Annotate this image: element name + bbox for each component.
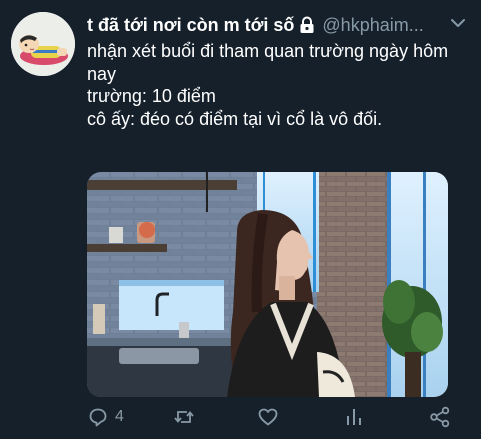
display-name[interactable]: t đã tới nơi còn m tới số (87, 15, 294, 36)
handle[interactable]: @hkphaim... (322, 15, 423, 36)
share-button[interactable] (429, 404, 451, 430)
chevron-down-icon[interactable] (449, 14, 467, 32)
share-icon (430, 406, 450, 428)
tweet-header: t đã tới nơi còn m tới số @hkphaim... (87, 10, 471, 40)
retweet-button[interactable] (173, 404, 195, 430)
avatar-image (11, 12, 75, 76)
reply-icon (89, 408, 107, 427)
heart-icon (258, 408, 278, 426)
reply-count: 4 (115, 408, 124, 425)
tweet-actions: 4 (87, 404, 467, 430)
photo-image (87, 172, 448, 397)
analytics-button[interactable] (343, 404, 365, 430)
tweet-text-line: nhận xét buổi đi tham quan trường ngày h… (87, 41, 449, 84)
like-button[interactable] (257, 404, 279, 430)
avatar[interactable] (11, 12, 75, 76)
retweet-icon (174, 411, 194, 423)
tweet-text-line: cô ấy: đéo có điểm tại vì cổ là vô đối. (87, 108, 383, 129)
reply-button[interactable]: 4 (87, 404, 124, 430)
tweet-text: nhận xét buổi đi tham quan trường ngày h… (87, 40, 471, 130)
lock-icon (298, 16, 316, 34)
tweet-text-line: trường: 10 điểm (87, 86, 216, 106)
tweet-photo[interactable] (87, 172, 448, 397)
analytics-icon (347, 409, 361, 425)
tweet[interactable]: t đã tới nơi còn m tới số @hkphaim... nh… (0, 0, 481, 439)
